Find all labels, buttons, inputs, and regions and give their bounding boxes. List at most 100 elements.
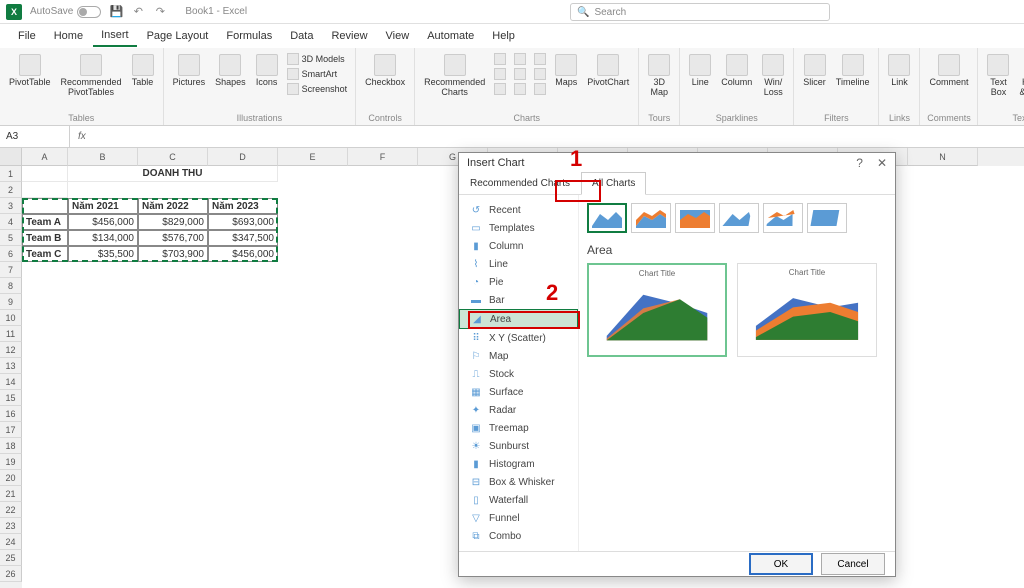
fx-label[interactable]: fx <box>70 131 94 142</box>
chart-small-4[interactable] <box>512 52 528 66</box>
shapes-button[interactable]: Shapes <box>212 52 249 90</box>
cell[interactable]: $134,000 <box>68 230 138 246</box>
help-icon[interactable]: ? <box>856 156 863 170</box>
timeline-button[interactable]: Timeline <box>833 52 873 90</box>
row-header[interactable]: 20 <box>0 470 22 486</box>
row-header[interactable]: 15 <box>0 390 22 406</box>
chart-type-radar[interactable]: ✦Radar <box>459 401 578 419</box>
row-header[interactable]: 5 <box>0 230 22 246</box>
3dmap-button[interactable]: 3D Map <box>645 52 673 100</box>
tab-review[interactable]: Review <box>323 26 375 46</box>
tab-insert[interactable]: Insert <box>93 25 137 47</box>
cell[interactable]: $35,500 <box>68 246 138 262</box>
cell[interactable]: Team C <box>22 246 68 262</box>
tab-data[interactable]: Data <box>282 26 321 46</box>
cell[interactable]: $576,700 <box>138 230 208 246</box>
row-header[interactable]: 11 <box>0 326 22 342</box>
pictures-button[interactable]: Pictures <box>170 52 209 90</box>
icons-button[interactable]: Icons <box>253 52 281 90</box>
tab-recommended-charts[interactable]: Recommended Charts <box>459 172 581 195</box>
row-header[interactable]: 2 <box>0 182 22 198</box>
area-subtype-1[interactable] <box>587 203 627 233</box>
textbox-button[interactable]: Text Box <box>984 52 1012 100</box>
cell[interactable]: $456,000 <box>68 214 138 230</box>
cell[interactable] <box>22 198 68 214</box>
col-header[interactable]: F <box>348 148 418 166</box>
row-header[interactable]: 21 <box>0 486 22 502</box>
chart-type-scatter[interactable]: ⠿X Y (Scatter) <box>459 329 578 347</box>
area-subtype-5[interactable] <box>763 203 803 233</box>
cell[interactable]: Team A <box>22 214 68 230</box>
cancel-button[interactable]: Cancel <box>821 553 885 575</box>
header-footer-button[interactable]: Header & Footer <box>1016 52 1024 100</box>
chart-type-boxwhisker[interactable]: ⊟Box & Whisker <box>459 473 578 491</box>
row-header[interactable]: 17 <box>0 422 22 438</box>
cell[interactable]: $347,500 <box>208 230 278 246</box>
col-header[interactable]: A <box>22 148 68 166</box>
maps-button[interactable]: Maps <box>552 52 580 90</box>
smartart-button[interactable]: SmartArt <box>285 67 350 81</box>
link-button[interactable]: Link <box>885 52 913 90</box>
redo-icon[interactable]: ↷ <box>153 5 167 19</box>
row-header[interactable]: 24 <box>0 534 22 550</box>
spark-line-button[interactable]: Line <box>686 52 714 90</box>
chart-type-combo[interactable]: ⧉Combo <box>459 527 578 545</box>
chart-type-sunburst[interactable]: ☀Sunburst <box>459 437 578 455</box>
row-header[interactable]: 6 <box>0 246 22 262</box>
chart-type-map[interactable]: ⚐Map <box>459 347 578 365</box>
search-input[interactable]: 🔍 Search <box>570 3 830 21</box>
chart-type-recent[interactable]: ↺Recent <box>459 201 578 219</box>
col-header[interactable]: N <box>908 148 978 166</box>
cell[interactable]: $829,000 <box>138 214 208 230</box>
cell[interactable]: Năm 2023 <box>208 198 278 214</box>
area-subtype-2[interactable] <box>631 203 671 233</box>
chart-type-waterfall[interactable]: ▯Waterfall <box>459 491 578 509</box>
slicer-button[interactable]: Slicer <box>800 52 829 90</box>
row-header[interactable]: 8 <box>0 278 22 294</box>
tab-pagelayout[interactable]: Page Layout <box>139 26 217 46</box>
cell-title[interactable]: DOANH THU <box>68 166 278 182</box>
col-header[interactable]: D <box>208 148 278 166</box>
chart-type-column[interactable]: ▮Column <box>459 237 578 255</box>
row-header[interactable]: 1 <box>0 166 22 182</box>
cell[interactable]: $456,000 <box>208 246 278 262</box>
tab-all-charts[interactable]: All Charts <box>581 172 646 195</box>
tab-automate[interactable]: Automate <box>419 26 482 46</box>
pivotchart-button[interactable]: PivotChart <box>584 52 632 90</box>
row-header[interactable]: 26 <box>0 566 22 582</box>
row-header[interactable]: 22 <box>0 502 22 518</box>
row-header[interactable]: 23 <box>0 518 22 534</box>
chart-type-area[interactable]: ◢Area <box>459 309 578 329</box>
toggle-icon[interactable] <box>77 6 101 18</box>
row-header[interactable]: 4 <box>0 214 22 230</box>
tab-formulas[interactable]: Formulas <box>218 26 280 46</box>
chart-preview-2[interactable]: Chart Title <box>737 263 877 357</box>
autosave-toggle[interactable]: AutoSave <box>30 6 101 18</box>
undo-icon[interactable]: ↶ <box>131 5 145 19</box>
row-header[interactable]: 12 <box>0 342 22 358</box>
cell[interactable]: Năm 2021 <box>68 198 138 214</box>
spark-winloss-button[interactable]: Win/ Loss <box>759 52 787 100</box>
row-header[interactable]: 14 <box>0 374 22 390</box>
row-header[interactable]: 18 <box>0 438 22 454</box>
comment-button[interactable]: Comment <box>926 52 971 90</box>
chart-small-9[interactable] <box>532 82 548 96</box>
chart-small-2[interactable] <box>492 67 508 81</box>
chart-type-pie[interactable]: ◔Pie <box>459 273 578 291</box>
chart-type-treemap[interactable]: ▣Treemap <box>459 419 578 437</box>
chart-type-line[interactable]: ⌇Line <box>459 255 578 273</box>
row-header[interactable]: 16 <box>0 406 22 422</box>
chart-small-6[interactable] <box>512 82 528 96</box>
col-header[interactable]: C <box>138 148 208 166</box>
name-box[interactable]: A3 <box>0 126 70 147</box>
chart-type-stock[interactable]: ⎍Stock <box>459 365 578 383</box>
cell[interactable]: $703,900 <box>138 246 208 262</box>
cell[interactable]: Năm 2022 <box>138 198 208 214</box>
tab-help[interactable]: Help <box>484 26 523 46</box>
recommended-charts-button[interactable]: Recommended Charts <box>421 52 488 100</box>
row-header[interactable]: 9 <box>0 294 22 310</box>
area-subtype-6[interactable] <box>807 203 847 233</box>
cell[interactable]: $693,000 <box>208 214 278 230</box>
row-header[interactable]: 19 <box>0 454 22 470</box>
chart-type-histogram[interactable]: ▮Histogram <box>459 455 578 473</box>
